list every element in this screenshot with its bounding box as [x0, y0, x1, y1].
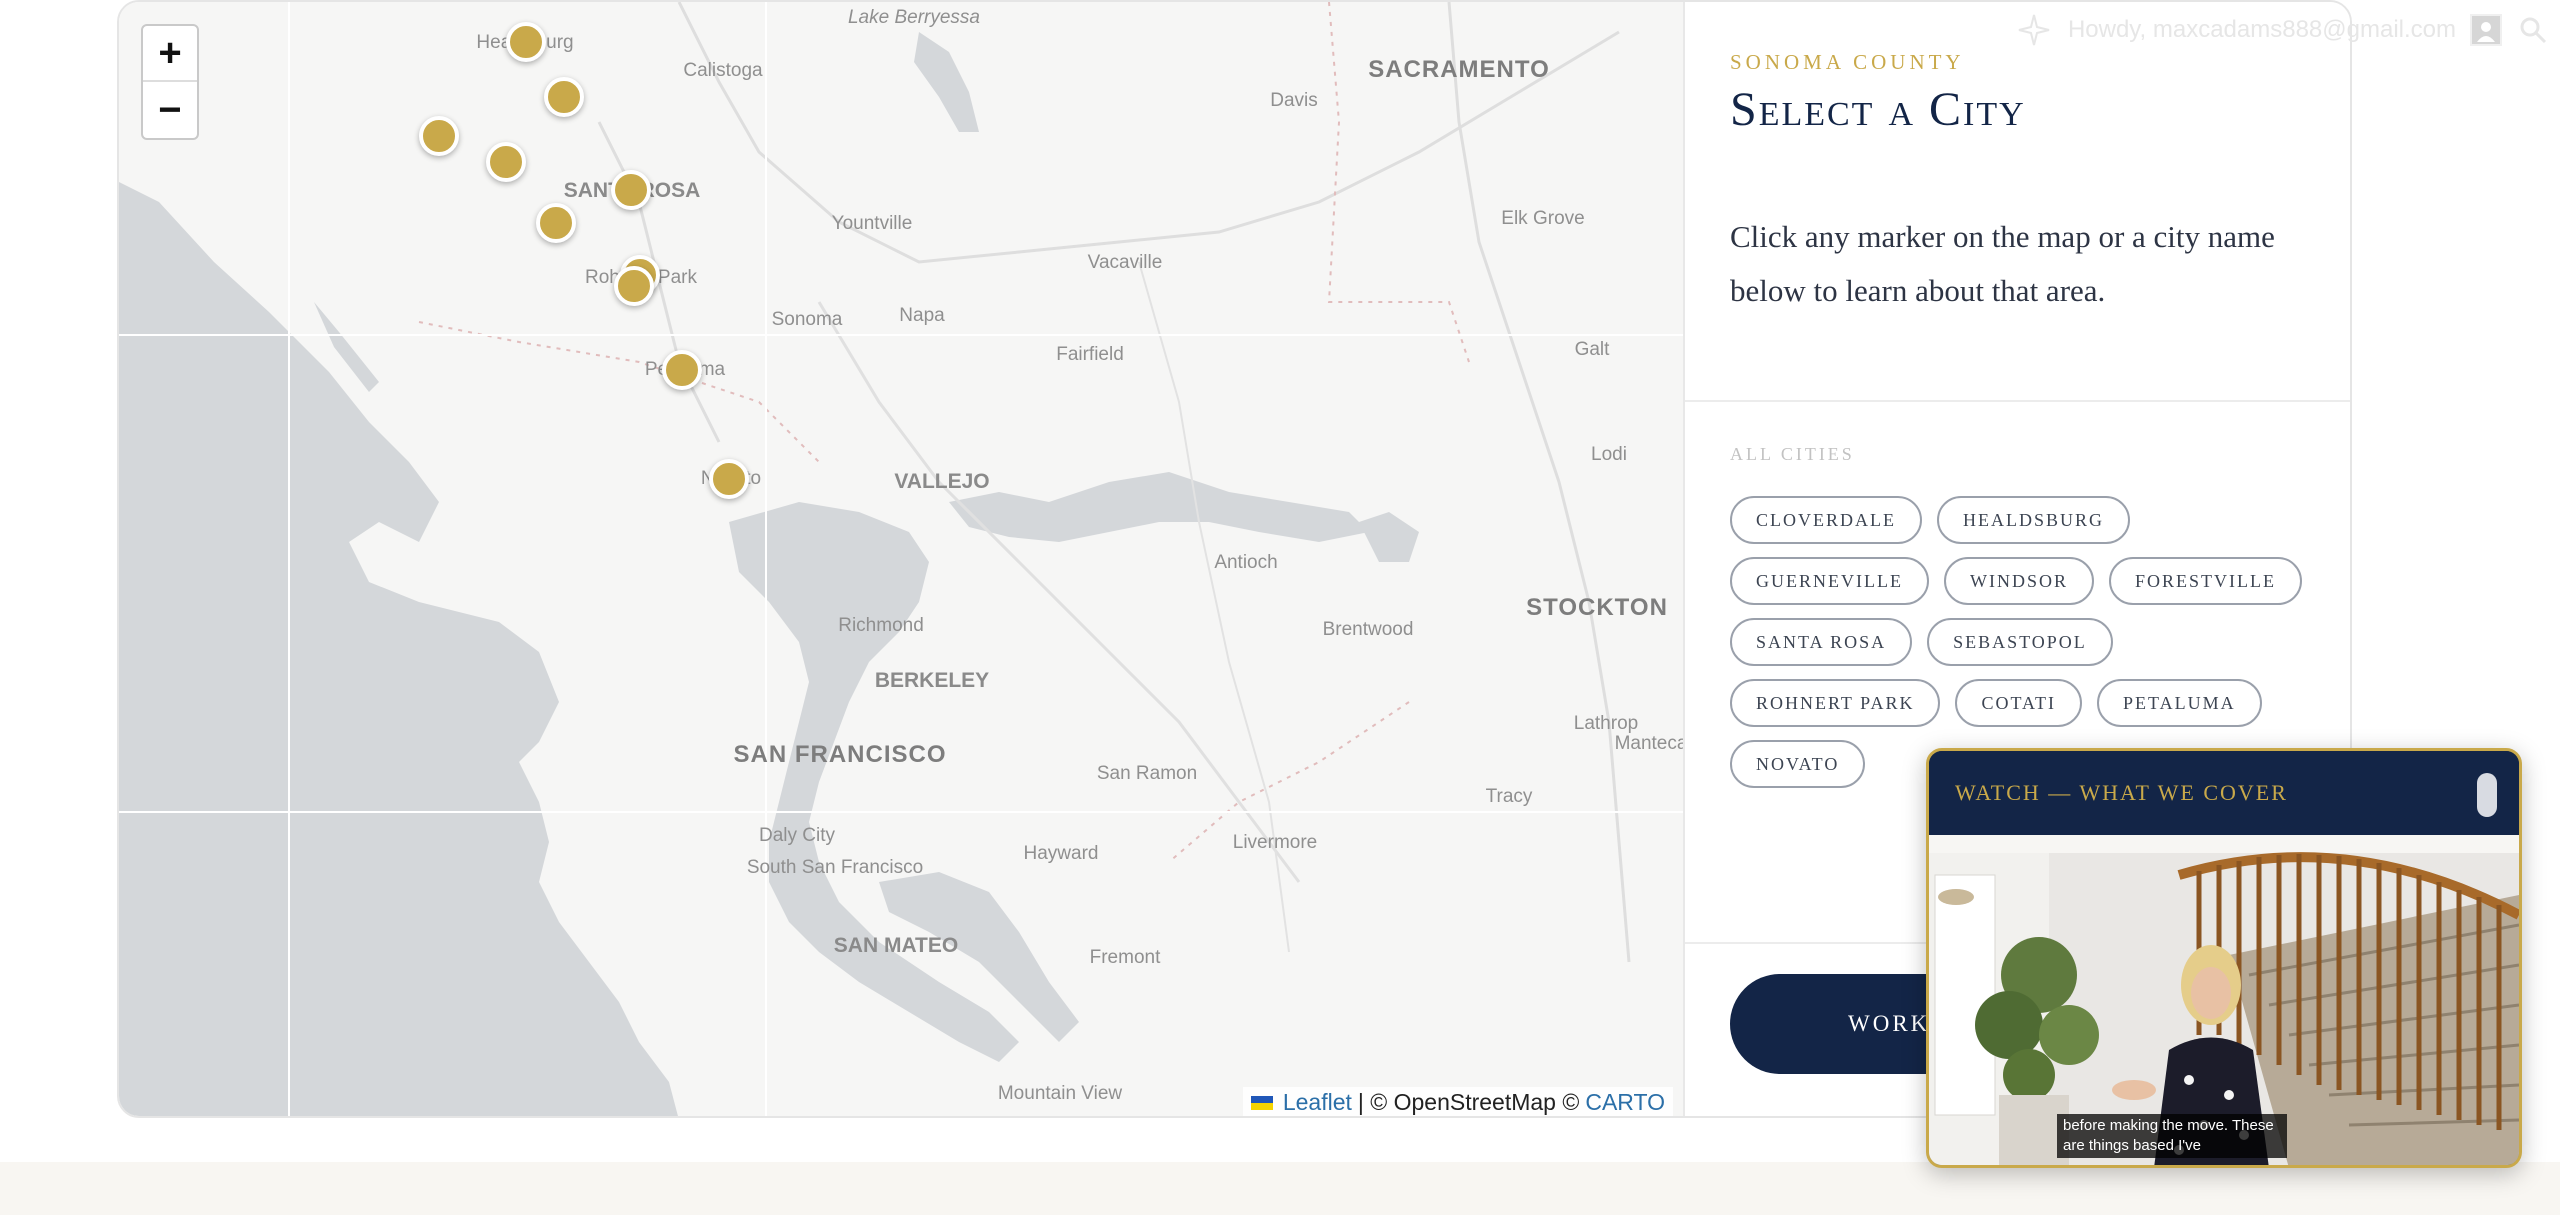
- city-chip-santa-rosa[interactable]: SANTA ROSA: [1730, 618, 1913, 666]
- map-place-label: SAN MATEO: [833, 934, 959, 957]
- map-place-label: Elk Grove: [1501, 208, 1585, 229]
- county-eyebrow: SONOMA COUNTY: [1730, 50, 1965, 74]
- video-caption: before making the move. These are things…: [2057, 1114, 2287, 1158]
- map-place-label: SACRAMENTO: [1368, 56, 1550, 83]
- map-place-label: Lake Berryessa: [847, 7, 981, 28]
- all-cities-label: ALL CITIES: [1730, 444, 1855, 464]
- video-popup: WATCH — WHAT WE COVER before making the …: [1926, 748, 2522, 1168]
- map-place-label: Richmond: [838, 615, 924, 636]
- map-place-label: Yountville: [831, 213, 913, 234]
- admin-greeting[interactable]: Howdy, maxcadams888@gmail.com: [2068, 16, 2456, 44]
- map-marker-forestville[interactable]: [486, 142, 526, 182]
- map-place-label: Manteca: [1614, 733, 1683, 754]
- map-place-label: Brentwood: [1322, 619, 1414, 640]
- map[interactable]: Lake BerryessaHealdsburgCalistogaSACRAME…: [119, 2, 1683, 1116]
- avatar[interactable]: [2470, 14, 2502, 46]
- map-place-label: Galt: [1574, 339, 1610, 360]
- footer-strip: [0, 1162, 2560, 1215]
- city-chip-sebastopol[interactable]: SEBASTOPOL: [1927, 618, 2113, 666]
- zoom-out-button[interactable]: −: [143, 82, 197, 138]
- map-place-label: Daly City: [758, 825, 836, 846]
- map-place-label: Lathrop: [1573, 713, 1639, 734]
- city-chip-cotati[interactable]: COTATI: [1955, 679, 2083, 727]
- map-place-label: VALLEJO: [894, 470, 990, 493]
- map-place-label: Napa: [899, 305, 945, 326]
- map-marker-petaluma[interactable]: [662, 350, 702, 390]
- map-place-label: BERKELEY: [874, 669, 990, 692]
- video-title: WATCH — WHAT WE COVER: [1929, 751, 2519, 835]
- map-place-label: Livermore: [1232, 832, 1318, 853]
- map-marker-cloverdale[interactable]: [506, 22, 546, 62]
- map-place-label: Sonoma: [771, 309, 843, 330]
- carto-link[interactable]: CARTO: [1585, 1089, 1665, 1116]
- city-chip-windsor[interactable]: WINDSOR: [1943, 557, 2094, 605]
- map-marker-cotati[interactable]: [614, 266, 654, 306]
- city-chip-forestville[interactable]: FORESTVILLE: [2108, 557, 2302, 605]
- osm-attribution: | © OpenStreetMap ©: [1357, 1089, 1580, 1115]
- map-place-label: San Ramon: [1096, 763, 1198, 784]
- city-chip-healdsburg[interactable]: HEALDSBURG: [1937, 496, 2131, 544]
- map-marker-novato[interactable]: [709, 459, 749, 499]
- city-chip-guerneville[interactable]: GUERNEVILLE: [1730, 557, 1929, 605]
- city-chip-cloverdale[interactable]: CLOVERDALE: [1730, 496, 1922, 544]
- search-icon[interactable]: [2516, 13, 2550, 47]
- map-place-label: Fremont: [1089, 947, 1161, 968]
- leaflet-link[interactable]: Leaflet: [1283, 1089, 1352, 1116]
- ukraine-flag-icon: [1250, 1095, 1273, 1110]
- zoom-in-button[interactable]: +: [143, 26, 197, 82]
- map-place-label: Antioch: [1214, 552, 1278, 573]
- panel-description: Click any marker on the map or a city na…: [1730, 219, 2275, 308]
- map-place-label: Mountain View: [997, 1083, 1123, 1104]
- city-chip-rohnert-park[interactable]: ROHNERT PARK: [1730, 679, 1941, 727]
- map-place-label: Fairfield: [1056, 344, 1124, 365]
- page-title: Select a City: [1730, 83, 2026, 136]
- map-marker-sebastopol[interactable]: [536, 203, 576, 243]
- city-chip-novato[interactable]: NOVATO: [1730, 740, 1866, 788]
- map-marker-guerneville[interactable]: [419, 116, 459, 156]
- map-place-label: Davis: [1270, 90, 1318, 111]
- map-attribution: Leaflet | © OpenStreetMap © CARTO: [1242, 1087, 1673, 1116]
- city-chip-petaluma[interactable]: PETALUMA: [2097, 679, 2262, 727]
- map-place-label: South San Francisco: [746, 857, 924, 878]
- map-place-label: Lodi: [1591, 444, 1627, 465]
- zoom-control: + −: [141, 24, 199, 140]
- video-player[interactable]: before making the move. These are things…: [1929, 835, 2519, 1165]
- divider: [1685, 400, 2350, 402]
- close-video-button[interactable]: [2477, 773, 2497, 817]
- map-place-label: Calistoga: [683, 60, 763, 81]
- map-place-label: Hayward: [1023, 843, 1099, 864]
- map-marker-windsor[interactable]: [611, 170, 651, 210]
- map-marker-healdsburg[interactable]: [544, 77, 584, 117]
- map-place-label: Tracy: [1485, 786, 1533, 807]
- admin-bar: Howdy, maxcadams888@gmail.com: [2014, 8, 2560, 52]
- sparkle-icon[interactable]: [2014, 10, 2054, 50]
- city-chip-list: CLOVERDALE HEALDSBURG GUERNEVILLE WINDSOR FO…: [1730, 496, 2330, 788]
- map-place-label: STOCKTON: [1526, 594, 1668, 621]
- map-place-label: SAN FRANCISCO: [733, 741, 947, 768]
- map-place-label: Vacaville: [1087, 252, 1163, 273]
